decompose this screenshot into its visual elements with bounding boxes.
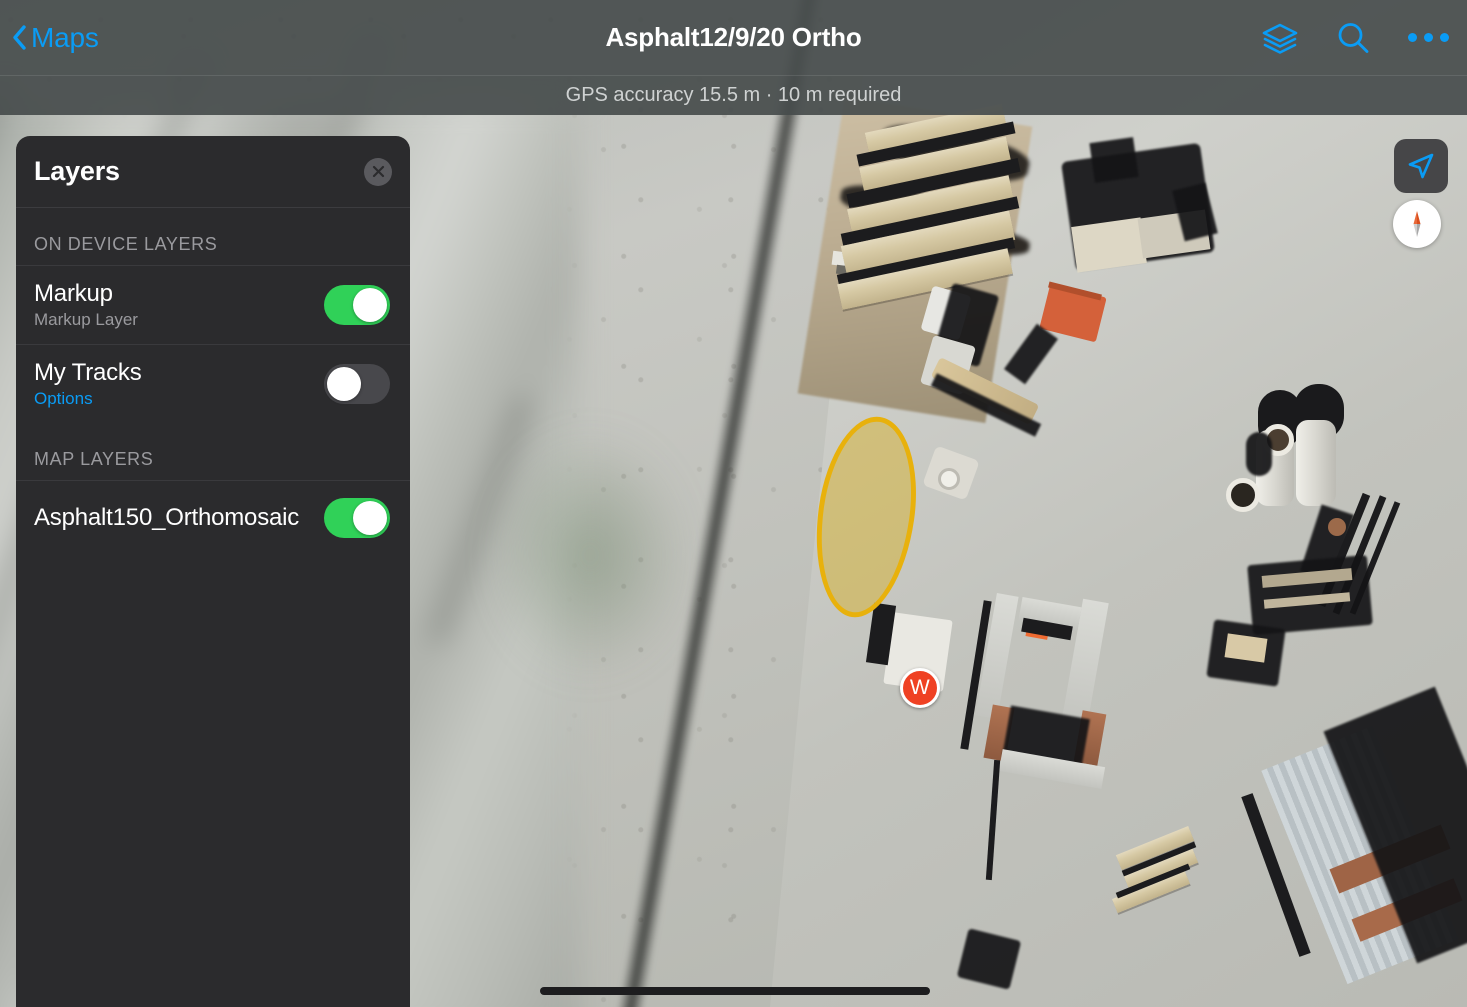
section-header-map-layers: MAP LAYERS: [34, 449, 154, 469]
layers-panel-title: Layers: [34, 156, 120, 186]
layer-row-markup[interactable]: Markup Markup Layer: [16, 265, 410, 344]
toggle-knob: [353, 500, 387, 535]
layer-row-my-tracks[interactable]: My Tracks Options: [16, 344, 410, 423]
navigation-bar: Maps Asphalt12/9/20 Ortho: [0, 0, 1467, 75]
locate-me-button[interactable]: [1394, 139, 1448, 193]
more-icon[interactable]: [1408, 33, 1449, 42]
map-marker-label: W: [909, 676, 931, 699]
chevron-left-icon: [13, 25, 26, 50]
map-marker-waypoint[interactable]: W: [900, 668, 940, 708]
close-icon: [372, 165, 384, 178]
gps-status-banner: GPS accuracy 15.5 m · 10 m required: [0, 75, 1467, 115]
layer-toggle-my-tracks[interactable]: [324, 364, 390, 404]
layer-row-asphalt150-orthomosaic[interactable]: Asphalt150_Orthomosaic: [16, 480, 410, 554]
app-root: W Maps Asphalt12/9/20 Ortho GPS accuracy…: [0, 0, 1467, 1007]
page-title: Asphalt12/9/20 Ortho: [605, 22, 862, 52]
layer-name: Markup: [34, 280, 113, 307]
compass-icon: [1413, 211, 1421, 237]
home-indicator: [540, 987, 930, 995]
toggle-knob: [353, 288, 387, 322]
layers-panel-header: Layers: [16, 136, 410, 208]
layer-subtitle: Markup Layer: [34, 310, 138, 329]
layer-texts: My Tracks Options: [34, 359, 142, 409]
layer-name: Asphalt150_Orthomosaic: [34, 503, 300, 531]
search-icon[interactable]: [1336, 21, 1370, 55]
layers-icon[interactable]: [1262, 22, 1298, 54]
back-button[interactable]: Maps: [12, 22, 99, 54]
compass-button[interactable]: [1393, 200, 1441, 248]
layer-toggle-markup[interactable]: [324, 285, 390, 325]
layer-name: My Tracks: [34, 359, 142, 386]
close-button[interactable]: [364, 157, 392, 186]
navigation-arrow-icon: [1408, 153, 1434, 179]
layer-toggle-asphalt150-orthomosaic[interactable]: [324, 497, 390, 538]
layer-texts: Asphalt150_Orthomosaic: [34, 504, 299, 532]
gps-status-text: GPS accuracy 15.5 m · 10 m required: [565, 84, 902, 106]
my-tracks-options-link[interactable]: Options: [34, 389, 142, 409]
section-header-on-device-layers: ON DEVICE LAYERS: [34, 234, 218, 254]
layers-panel: Layers ON DEVICE LAYERS Markup Markup La…: [16, 136, 410, 1007]
back-button-label: Maps: [31, 21, 99, 53]
layer-texts: Markup Markup Layer: [34, 280, 138, 330]
navbar-actions: [1262, 21, 1449, 55]
toggle-knob: [327, 367, 361, 401]
map-vegetation-patch: [490, 430, 690, 680]
